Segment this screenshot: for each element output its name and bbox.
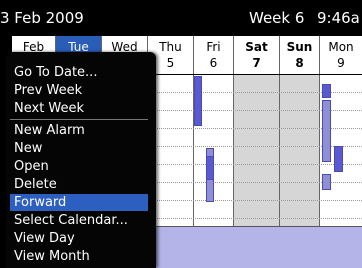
menu-item-open[interactable]: Open [10, 158, 148, 175]
day-number: 8 [295, 56, 304, 70]
menu-separator [10, 119, 148, 120]
menu-item-view-day[interactable]: View Day [10, 230, 148, 247]
calendar-event[interactable] [322, 100, 331, 162]
day-header-sun[interactable]: Sun 8 [280, 36, 320, 74]
clock-time: 9:46a [317, 9, 360, 27]
day-header-next-mon[interactable]: Mon 9 [320, 36, 362, 74]
day-name: Sun [286, 40, 313, 54]
context-menu: Go To Date... Prev Week Next Week New Al… [6, 52, 156, 268]
day-number: 7 [252, 56, 261, 70]
day-number: 6 [209, 56, 218, 70]
day-header-sat[interactable]: Sat 7 [234, 36, 280, 74]
menu-item-next-week[interactable]: Next Week [10, 100, 148, 117]
calendar-event[interactable] [206, 156, 214, 180]
calendar-event[interactable] [334, 146, 343, 172]
day-name: Fri [206, 40, 221, 54]
menu-item-new-alarm[interactable]: New Alarm [10, 122, 148, 139]
menu-item-select-calendar[interactable]: Select Calendar... [10, 212, 148, 229]
menu-item-new[interactable]: New [10, 140, 148, 157]
day-name: Sat [245, 40, 268, 54]
day-name: Thu [159, 40, 182, 54]
menu-item-delete[interactable]: Delete [10, 176, 148, 193]
menu-item-view-month[interactable]: View Month [10, 248, 148, 265]
day-name: Mon [328, 40, 354, 54]
day-number: 9 [337, 56, 345, 70]
title-bar: 3 Feb 2009 Week 6 9:46a [0, 6, 362, 32]
current-date: 3 Feb 2009 [0, 9, 84, 27]
calendar-event[interactable] [322, 174, 331, 190]
day-column-weekend[interactable] [234, 75, 280, 226]
menu-item-prev-week[interactable]: Prev Week [10, 82, 148, 99]
calendar-event[interactable] [322, 84, 331, 98]
menu-item-go-to-date[interactable]: Go To Date... [10, 64, 148, 81]
menu-item-forward[interactable]: Forward [10, 194, 148, 211]
day-header-fri[interactable]: Fri 6 [194, 36, 234, 74]
day-column-weekend[interactable] [280, 75, 320, 226]
week-number: Week 6 [249, 9, 305, 27]
calendar-event[interactable] [194, 76, 202, 126]
